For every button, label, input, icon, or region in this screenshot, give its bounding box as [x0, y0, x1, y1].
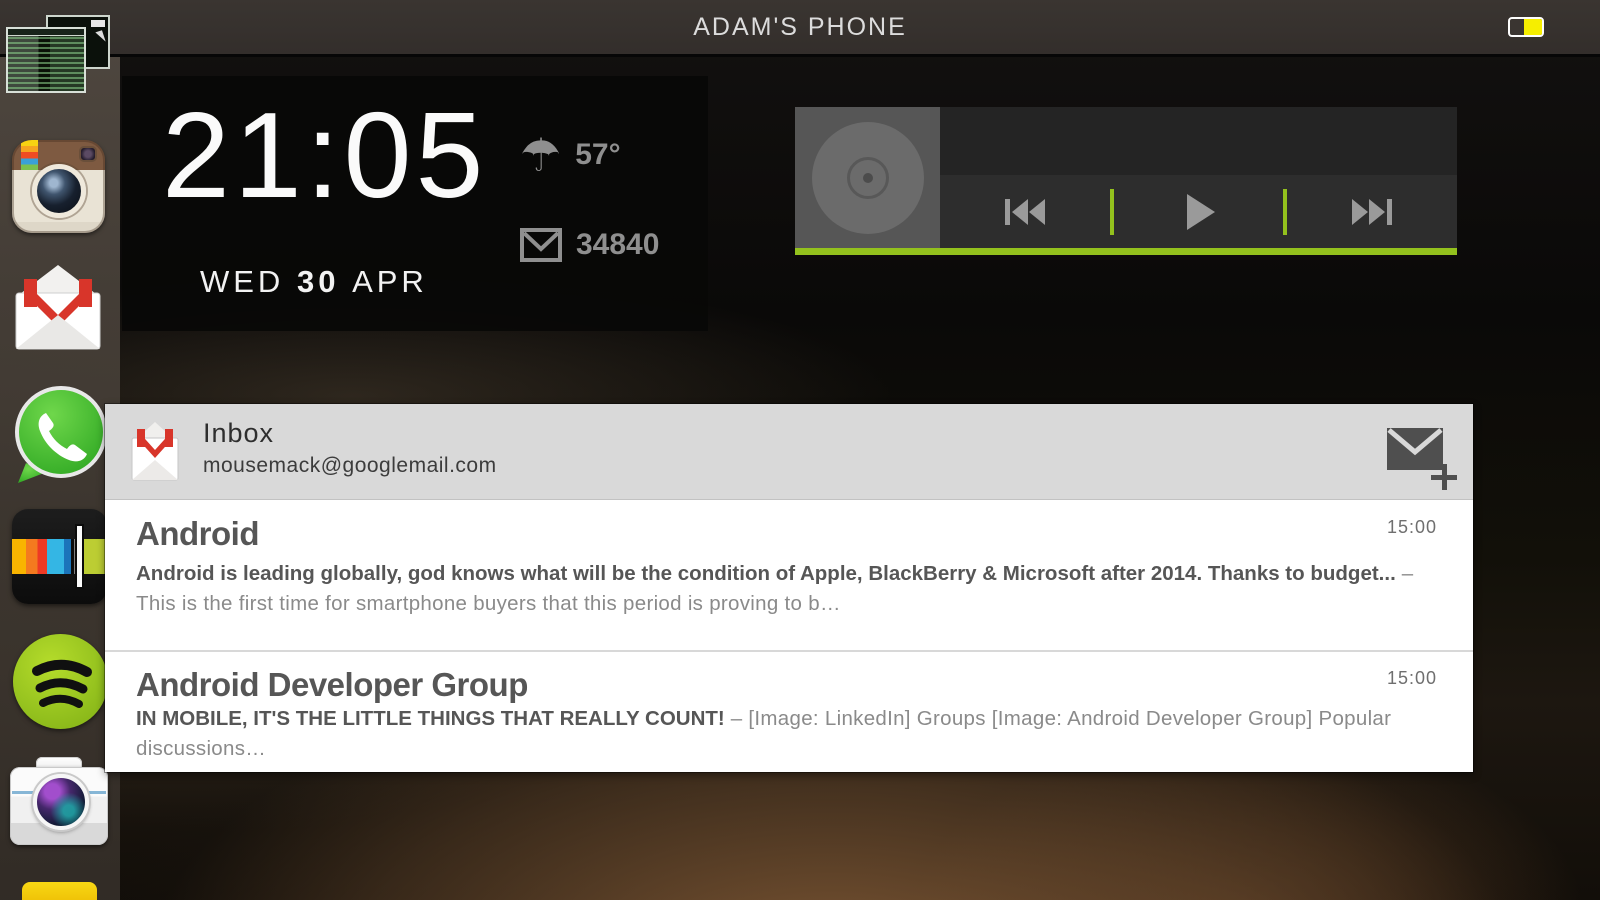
camera-app-icon[interactable]	[10, 757, 108, 845]
date-number: 30	[296, 264, 340, 299]
previous-track-icon	[1004, 198, 1045, 225]
gmail-envelope-graphic	[15, 265, 101, 350]
next-track-icon	[1352, 198, 1393, 225]
umbrella-icon: ☂	[520, 129, 562, 181]
email-list-item[interactable]: Android Developer Group 15:00 IN MOBILE,…	[105, 652, 1473, 772]
instagram-icon[interactable]	[12, 140, 105, 233]
email-sender: Android Developer Group	[136, 666, 528, 703]
cd-disc-ring	[846, 156, 889, 199]
email-preview: IN MOBILE, IT'S THE LITTLE THINGS THAT R…	[136, 704, 1436, 763]
terminal-monitor-icon[interactable]	[6, 15, 110, 101]
date-day: WED	[200, 264, 285, 299]
battery-fill	[1524, 19, 1542, 35]
email-preview: Android is leading globally, god knows w…	[136, 559, 1436, 618]
app-dock	[0, 15, 120, 900]
weather-info[interactable]: ☂ 57°	[520, 132, 621, 178]
playback-progress-bar[interactable]	[795, 248, 1457, 255]
camera-lens	[33, 774, 89, 830]
instagram-viewfinder	[79, 146, 97, 162]
stripes-white-bar	[76, 526, 83, 587]
instagram-lens	[32, 164, 86, 218]
battery-icon	[1508, 17, 1544, 37]
playback-controls	[940, 175, 1457, 248]
account-email: mousemack@googlemail.com	[203, 454, 497, 477]
home-screen: ADAM'S PHONE 21:05 WED 30 APR ☂ 57° 3484…	[0, 0, 1600, 900]
track-info-area[interactable]	[940, 107, 1457, 175]
gmail-icon[interactable]	[10, 263, 107, 353]
stripes-color-band	[12, 539, 107, 574]
terminal-front-window	[6, 27, 86, 93]
compose-plus-icon-vertical	[1441, 464, 1447, 490]
yellow-app-icon[interactable]	[22, 882, 97, 900]
mail-envelope-icon	[520, 228, 562, 262]
album-art-button[interactable]	[795, 107, 940, 248]
email-subject: Android is leading globally, god knows w…	[136, 562, 1396, 585]
play-button[interactable]	[1114, 175, 1284, 248]
whatsapp-graphic	[15, 386, 107, 483]
play-icon	[1186, 193, 1215, 230]
music-player-widget	[795, 107, 1457, 255]
inbox-label: Inbox	[203, 418, 275, 448]
email-time: 15:00	[1386, 668, 1437, 688]
clock-date: WED 30 APR	[200, 264, 428, 300]
whatsapp-icon[interactable]	[10, 385, 110, 485]
unread-mail-count: 34840	[576, 228, 660, 261]
compose-email-icon	[1387, 428, 1443, 470]
compose-email-button[interactable]	[1387, 428, 1457, 490]
weather-temperature: 57°	[575, 138, 621, 171]
date-month: APR	[352, 264, 428, 299]
cd-disc-center	[862, 172, 873, 183]
clock-time: 21:05	[162, 87, 488, 223]
clock-widget[interactable]: 21:05 WED 30 APR ☂ 57° 34840	[122, 76, 708, 331]
gmail-envelope-icon	[131, 422, 179, 481]
next-track-button[interactable]	[1287, 175, 1457, 248]
gmail-inbox-widget: Inbox mousemack@googlemail.com Android 1…	[105, 404, 1473, 772]
gmail-widget-header[interactable]: Inbox mousemack@googlemail.com	[105, 404, 1473, 500]
email-sender: Android	[136, 515, 259, 552]
device-title: ADAM'S PHONE	[693, 12, 907, 41]
previous-track-button[interactable]	[940, 175, 1110, 248]
stripes-media-app-icon[interactable]	[12, 509, 107, 604]
email-list-item[interactable]: Android 15:00 Android is leading globall…	[105, 501, 1473, 649]
terminal-window-button	[91, 20, 105, 27]
spotify-arcs	[32, 659, 92, 708]
terminal-titlebar	[8, 29, 84, 36]
top-bar: ADAM'S PHONE	[0, 0, 1600, 57]
email-subject: IN MOBILE, IT'S THE LITTLE THINGS THAT R…	[136, 707, 725, 730]
cd-disc-icon	[811, 121, 924, 234]
mail-count-info[interactable]: 34840	[520, 228, 659, 262]
spotify-icon[interactable]	[13, 634, 108, 729]
cursor-arrow-icon	[95, 30, 106, 44]
battery-nub	[1508, 23, 1509, 32]
email-time: 15:00	[1386, 517, 1437, 537]
instagram-rainbow-stripe	[21, 140, 38, 170]
